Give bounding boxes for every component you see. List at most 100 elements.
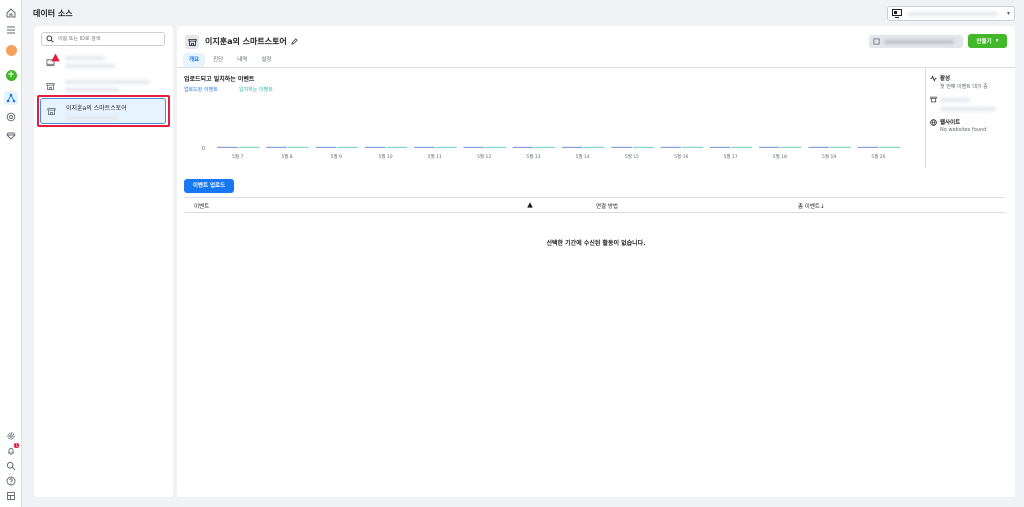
x-tick-label: 5월 15 bbox=[625, 153, 639, 160]
bar-uploaded bbox=[857, 146, 879, 148]
x-tick-label: 5월 14 bbox=[576, 153, 590, 160]
activity-title: 활성 bbox=[940, 76, 951, 82]
dataset-id-pill[interactable] bbox=[869, 35, 963, 48]
bar-matched bbox=[238, 146, 260, 148]
search-input[interactable] bbox=[58, 36, 158, 42]
redacted-text bbox=[65, 56, 105, 60]
avatar[interactable] bbox=[4, 43, 18, 57]
bar-uploaded bbox=[709, 146, 731, 148]
data-sources-icon[interactable] bbox=[4, 91, 18, 105]
x-tick-label: 5월 10 bbox=[378, 153, 392, 160]
store-icon bbox=[930, 96, 937, 103]
source-title: 이지훈a의 스마트스토어 bbox=[205, 36, 298, 47]
bar-uploaded bbox=[217, 146, 238, 148]
column-connection[interactable]: 연결 방법 bbox=[596, 202, 618, 210]
create-button[interactable]: 만들기 ▾ bbox=[968, 34, 1007, 48]
business-icon bbox=[892, 9, 902, 18]
tab-settings[interactable]: 설정 bbox=[255, 53, 277, 67]
page-title: 데이터 소스 bbox=[33, 9, 73, 18]
chevron-down-icon: ▾ bbox=[995, 38, 999, 44]
column-total-events[interactable]: 총 이벤트↓ bbox=[798, 202, 825, 210]
website-status: No websites found bbox=[940, 127, 987, 133]
copy-icon bbox=[873, 38, 880, 45]
home-icon[interactable] bbox=[4, 6, 18, 20]
store-icon bbox=[185, 35, 199, 49]
x-tick-label: 5월 19 bbox=[822, 153, 836, 160]
x-tick-label: 5월 7 bbox=[232, 153, 243, 160]
search-icon bbox=[46, 35, 54, 43]
events-table-header: 이벤트 연결 방법 총 이벤트↓ bbox=[184, 197, 1005, 213]
events-chart: 0 5월 7 5월 8 5월 9 5월 10 5월 11 5월 12 5월 13 5월 14 5월… bbox=[202, 146, 901, 160]
settings-ring-icon[interactable] bbox=[4, 110, 18, 124]
x-tick-label: 5월 12 bbox=[477, 153, 491, 160]
bar-uploaded bbox=[414, 146, 435, 148]
bar-matched bbox=[682, 146, 703, 148]
bell-icon[interactable]: 1 bbox=[4, 443, 19, 458]
store-icon bbox=[45, 81, 56, 92]
activity-block: 활성 첫 번째 이벤트 대기 중 bbox=[930, 74, 988, 90]
bar-matched bbox=[435, 146, 457, 148]
bar-uploaded bbox=[759, 146, 780, 148]
tab-bar: 개요 진단 내역 설정 bbox=[183, 53, 278, 67]
bar-matched bbox=[583, 146, 605, 148]
legend-uploaded[interactable]: 업로드된 이벤트 bbox=[184, 86, 218, 93]
business-account-selector[interactable]: ▾ bbox=[887, 6, 1015, 21]
notification-badge: 1 bbox=[14, 443, 19, 448]
tab-history[interactable]: 내역 bbox=[231, 53, 253, 67]
website-title: 웹사이트 bbox=[940, 120, 961, 126]
redacted-text bbox=[65, 80, 150, 84]
bar-matched bbox=[830, 146, 851, 148]
warning-icon bbox=[51, 52, 60, 61]
x-tick-label: 5월 16 bbox=[674, 153, 688, 160]
x-tick-label: 5월 18 bbox=[773, 153, 787, 160]
bar-matched bbox=[337, 146, 358, 148]
create-button-label: 만들기 bbox=[976, 39, 992, 45]
report-icon[interactable] bbox=[4, 489, 18, 503]
search-icon[interactable] bbox=[4, 459, 18, 473]
detail-panel: 이지훈a의 스마트스토어 만들기 ▾ 개요 진단 내역 설정 업로드되고 일치하… bbox=[177, 26, 1015, 497]
bar-uploaded bbox=[808, 146, 830, 148]
x-tick-label: 5월 13 bbox=[526, 153, 540, 160]
bar-uploaded bbox=[266, 146, 287, 148]
pencil-icon[interactable] bbox=[291, 38, 298, 45]
chevron-down-icon: ▾ bbox=[1006, 10, 1010, 17]
offline-source-icon bbox=[45, 52, 60, 68]
warning-icon bbox=[527, 202, 533, 208]
tab-diagnostics[interactable]: 진단 bbox=[207, 53, 229, 67]
bar-matched bbox=[287, 146, 309, 148]
x-tick-label: 5월 17 bbox=[723, 153, 737, 160]
redacted-text bbox=[884, 39, 954, 44]
account-name-redacted bbox=[908, 11, 998, 16]
help-icon[interactable] bbox=[4, 474, 18, 488]
x-tick-label: 5월 8 bbox=[281, 153, 292, 160]
diamond-icon[interactable] bbox=[4, 128, 18, 142]
source-title-text: 이지훈a의 스마트스토어 bbox=[205, 37, 287, 46]
legend-matched[interactable]: 일치하는 이벤트 bbox=[239, 86, 273, 93]
gear-icon[interactable] bbox=[4, 429, 18, 443]
bar-uploaded bbox=[512, 146, 534, 148]
list-item[interactable] bbox=[40, 49, 166, 75]
redacted-text bbox=[65, 88, 120, 92]
add-icon[interactable]: + bbox=[4, 68, 18, 82]
upload-events-button[interactable]: 이벤트 업로드 bbox=[184, 179, 234, 193]
bar-matched bbox=[534, 146, 556, 148]
bar-uploaded bbox=[315, 146, 337, 148]
website-block: 웹사이트 No websites found bbox=[930, 118, 986, 133]
redacted-text bbox=[65, 64, 115, 68]
search-box[interactable] bbox=[41, 32, 165, 46]
y-tick-label: 0 bbox=[202, 146, 205, 152]
bar-matched bbox=[632, 146, 654, 148]
activity-status: 첫 번째 이벤트 대기 중 bbox=[940, 84, 988, 90]
divider bbox=[177, 67, 1015, 68]
menu-icon[interactable] bbox=[4, 23, 18, 37]
globe-icon bbox=[930, 118, 937, 126]
activity-icon bbox=[930, 74, 937, 82]
chart-title: 업로드되고 일치하는 이벤트 bbox=[184, 76, 255, 83]
highlight-box bbox=[37, 95, 170, 127]
tab-overview[interactable]: 개요 bbox=[183, 53, 206, 67]
bar-matched bbox=[780, 146, 802, 148]
bar-uploaded bbox=[660, 146, 682, 148]
left-rail: + 1 bbox=[0, 0, 22, 507]
bar-matched bbox=[485, 146, 506, 148]
column-event[interactable]: 이벤트 bbox=[194, 202, 209, 210]
